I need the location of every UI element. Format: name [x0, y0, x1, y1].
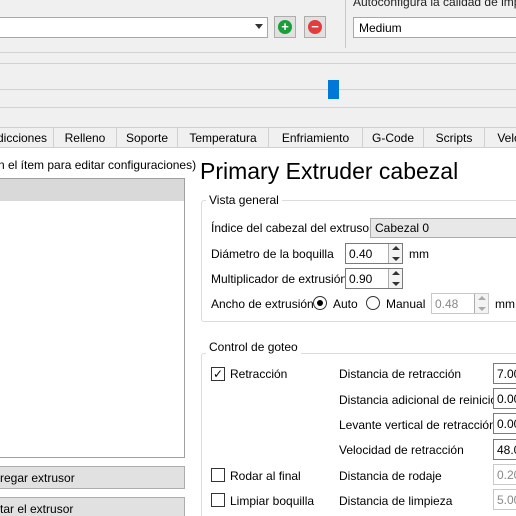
coast-distance-field[interactable]: 0.20 [493, 464, 516, 485]
divider [0, 107, 516, 108]
list-hint: n el ítem para editar configuraciones) [0, 158, 197, 172]
wipe-checkbox[interactable] [211, 493, 225, 507]
spin-buttons[interactable] [388, 244, 402, 263]
spin-buttons[interactable] [388, 269, 402, 288]
slider-track [0, 89, 516, 90]
chevron-down-icon [392, 282, 400, 286]
profile-select[interactable] [0, 17, 268, 38]
retraction-label: Retracción [230, 367, 288, 381]
multiplier-label: Multiplicador de extrusión [211, 272, 348, 286]
chevron-up-icon [392, 271, 400, 275]
quality-slider-handle[interactable] [328, 80, 339, 99]
chevron-down-icon [255, 24, 263, 29]
vertical-lift-label: Levante vertical de retracción [339, 418, 496, 432]
tab-cooling[interactable]: Enfriamiento [268, 127, 363, 148]
tab-gcode[interactable]: G-Code [362, 127, 424, 148]
nozzle-diameter-spinbox[interactable]: 0.40 [345, 243, 403, 264]
vertical-lift-field[interactable]: 0.00 [493, 413, 516, 434]
coast-distance-label: Distancia de rodaje [339, 469, 442, 483]
nozzle-unit: mm [409, 247, 429, 261]
remove-profile-button[interactable]: − [304, 16, 326, 38]
extrusion-width-spinbox[interactable]: 0.48 [431, 293, 489, 314]
wipe-distance-field[interactable]: 5.00 [493, 489, 516, 510]
divider [0, 63, 516, 64]
quality-select[interactable]: Medium [353, 17, 516, 38]
tab-conditions[interactable]: dicciones [0, 127, 54, 148]
extra-restart-field[interactable]: 0.00 [493, 388, 516, 409]
tab-support[interactable]: Soporte [116, 127, 178, 148]
plus-icon: + [278, 20, 292, 34]
chevron-down-icon [392, 257, 400, 261]
multiplier-value: 0.90 [349, 272, 373, 286]
retraction-checkbox[interactable]: ✓ [211, 367, 225, 381]
tab-speeds[interactable]: Velo [484, 127, 516, 148]
chevron-down-icon [478, 307, 486, 311]
extrusion-width-label: Ancho de extrusión [211, 297, 314, 311]
coast-label: Rodar al final [230, 469, 301, 483]
extrusion-multiplier-spinbox[interactable]: 0.90 [345, 268, 403, 289]
tab-infill[interactable]: Relleno [53, 127, 117, 148]
page-title: Primary Extruder cabezal [200, 158, 459, 184]
width-auto-radio[interactable] [313, 296, 327, 310]
retract-distance-field[interactable]: 7.00 [493, 363, 516, 384]
tab-temperature[interactable]: Temperatura [177, 127, 269, 148]
chevron-up-icon [392, 246, 400, 250]
extruder-list[interactable] [0, 178, 185, 458]
ooze-control-title: Control de goteo [206, 340, 301, 354]
wipe-distance-label: Distancia de limpieza [339, 494, 453, 508]
nozzle-label: Diámetro de la boquilla [211, 247, 334, 261]
width-value: 0.48 [435, 297, 459, 311]
retract-distance-label: Distancia de retracción [339, 367, 462, 381]
width-manual-radio[interactable] [366, 296, 380, 310]
head-index-select[interactable]: Cabezal 0 [370, 218, 516, 238]
check-icon: ✓ [212, 367, 224, 381]
width-auto-label: Auto [333, 297, 358, 311]
nozzle-value: 0.40 [349, 247, 373, 261]
quality-label: Autoconfigurá la calidad de impr [353, 0, 516, 9]
divider [0, 52, 516, 53]
separator [345, 0, 346, 48]
retract-speed-label: Velocidad de retracción [339, 443, 464, 457]
extra-restart-label: Distancia adicional de reinicio [339, 393, 498, 407]
remove-extruder-button[interactable]: tar el extrusor [0, 497, 185, 516]
retract-speed-field[interactable]: 48.0 [493, 439, 516, 460]
chevron-up-icon [478, 296, 486, 300]
coast-checkbox[interactable] [211, 468, 225, 482]
head-index-label: Índice del cabezal del extrusor [211, 221, 374, 235]
spin-buttons[interactable] [474, 294, 488, 313]
minus-icon: − [308, 20, 322, 34]
list-item-selected[interactable] [0, 179, 184, 201]
wipe-label: Limpiar boquilla [230, 494, 315, 508]
overview-title: Vista general [206, 193, 282, 207]
tab-scripts[interactable]: Scripts [423, 127, 485, 148]
add-extruder-button[interactable]: regar extrusor [0, 466, 185, 489]
width-unit: mm [495, 297, 515, 311]
width-manual-label: Manual [386, 297, 426, 311]
add-profile-button[interactable]: + [274, 16, 296, 38]
